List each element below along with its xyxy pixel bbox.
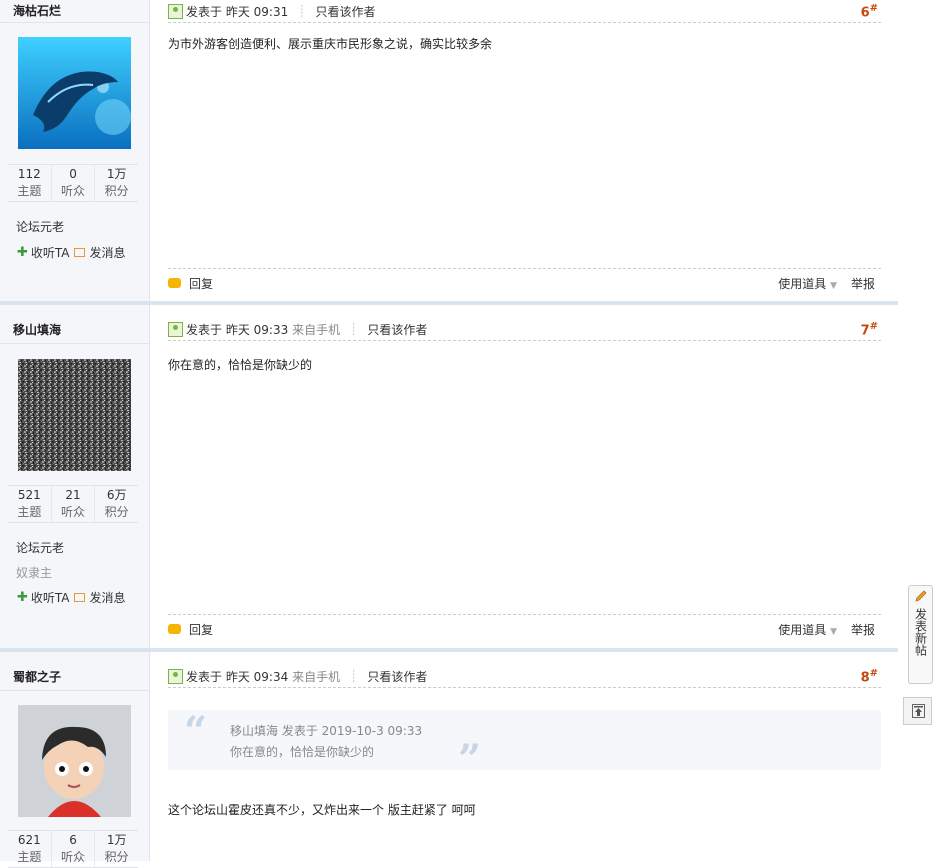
open-quote-icon: “ <box>184 708 208 755</box>
post-floor-6: 海枯石烂 112 主题 0 听众 1万 积分 论坛元老 ✚ 收听TA 发消息 发… <box>0 0 898 301</box>
quote-text: 你在意的，恰恰是你缺少的 <box>230 745 375 759</box>
report-link[interactable]: 举报 <box>851 621 875 638</box>
author-rank[interactable]: 论坛元老 <box>16 218 64 235</box>
post-header: 发表于 昨天 09:33 来自手机 ┊ 只看该作者 7# <box>168 318 881 341</box>
author-stats: 521 主题 21 听众 6万 积分 <box>8 485 138 523</box>
mail-icon <box>73 593 85 602</box>
author-name[interactable]: 海枯石烂 <box>13 2 61 19</box>
message-button[interactable]: 发消息 <box>73 244 126 261</box>
post-time: 昨天 09:34 <box>225 669 289 684</box>
post-floor-8: 蜀都之子 621 主题 6 听众 1万 积分 发表于 昨天 09:34 来自手机 ┊ … <box>0 652 898 868</box>
author-title: 奴隶主 <box>16 566 53 580</box>
stat-topics[interactable]: 521 主题 <box>8 486 51 522</box>
new-post-label: 发表新帖 <box>913 608 928 656</box>
post-header: 发表于 昨天 09:34 来自手机 ┊ 只看该作者 8# <box>168 665 881 688</box>
floor-number[interactable]: 7# <box>861 321 878 338</box>
author-stats: 621 主题 6 听众 1万 积分 <box>8 830 138 868</box>
back-to-top-icon <box>912 704 925 718</box>
user-icon <box>168 3 183 19</box>
quote-author[interactable]: 移山填海 发表于 2019-10-3 09:33 <box>230 722 422 739</box>
reply-button[interactable]: 回复 <box>189 275 213 292</box>
only-author-link[interactable]: 只看该作者 <box>367 321 427 338</box>
mail-icon <box>73 248 85 257</box>
chevron-down-icon: ▼ <box>830 626 837 637</box>
post-content: 你在意的，恰恰是你缺少的 <box>168 358 313 372</box>
floor-number[interactable]: 6# <box>861 3 878 20</box>
author-sidebar: 移山填海 521 主题 21 听众 6万 积分 论坛元老 奴隶主 ✚ 收听TA … <box>0 305 150 648</box>
chevron-down-icon: ▼ <box>830 280 837 291</box>
back-to-top-button[interactable] <box>903 697 932 725</box>
author-avatar[interactable] <box>18 359 131 471</box>
post-header: 发表于 昨天 09:31 ┊ 只看该作者 6# <box>168 0 881 23</box>
author-rank[interactable]: 论坛元老 <box>16 539 64 556</box>
pencil-icon <box>914 590 927 602</box>
stat-followers[interactable]: 21 听众 <box>50 486 95 522</box>
tools-menu[interactable]: 使用道具 ▼ <box>778 621 837 638</box>
user-icon <box>168 668 183 684</box>
author-avatar[interactable] <box>18 37 131 149</box>
mobile-source: 来自手机 <box>292 669 341 684</box>
stat-followers[interactable]: 0 听众 <box>50 165 95 201</box>
post-time: 昨天 09:33 <box>225 322 289 337</box>
author-name[interactable]: 蜀都之子 <box>13 668 61 685</box>
follow-button[interactable]: ✚ 收听TA <box>17 244 70 261</box>
stat-topics[interactable]: 621 主题 <box>8 831 51 867</box>
follow-button[interactable]: ✚ 收听TA <box>17 589 70 606</box>
tools-menu[interactable]: 使用道具 ▼ <box>778 275 837 292</box>
user-icon <box>168 321 183 337</box>
report-link[interactable]: 举报 <box>851 275 875 292</box>
floor-number[interactable]: 8# <box>861 668 878 685</box>
author-name[interactable]: 移山填海 <box>13 321 61 338</box>
post-label: 发表于 <box>186 4 223 19</box>
new-post-button[interactable]: 发表新帖 <box>908 585 933 684</box>
author-sidebar: 蜀都之子 621 主题 6 听众 1万 积分 <box>0 652 150 868</box>
author-sidebar: 海枯石烂 112 主题 0 听众 1万 积分 论坛元老 ✚ 收听TA 发消息 <box>0 0 150 301</box>
author-stats: 112 主题 0 听众 1万 积分 <box>8 164 138 202</box>
post-footer: 回复 使用道具 ▼ 举报 <box>168 268 881 297</box>
reply-bubble-icon <box>168 278 181 288</box>
stat-topics[interactable]: 112 主题 <box>8 165 51 201</box>
post-floor-7: 移山填海 521 主题 21 听众 6万 积分 论坛元老 奴隶主 ✚ 收听TA … <box>0 305 898 648</box>
post-content: 这个论坛山霍皮还真不少，又炸出来一个 版主赶紧了 呵呵 <box>168 803 476 817</box>
stat-followers[interactable]: 6 听众 <box>50 831 95 867</box>
stat-credits[interactable]: 6万 积分 <box>94 486 138 522</box>
close-quote-icon: ” <box>458 736 482 783</box>
stat-credits[interactable]: 1万 积分 <box>94 165 138 201</box>
post-label: 发表于 <box>186 322 223 337</box>
only-author-link[interactable]: 只看该作者 <box>367 668 427 685</box>
reply-bubble-icon <box>168 624 181 634</box>
post-time: 昨天 09:31 <box>225 4 289 19</box>
post-footer: 回复 使用道具 ▼ 举报 <box>168 614 881 643</box>
mobile-source: 来自手机 <box>292 322 341 337</box>
quote-block: “ 移山填海 发表于 2019-10-3 09:33 你在意的，恰恰是你缺少的 … <box>168 708 881 783</box>
plus-icon: ✚ <box>17 245 28 260</box>
plus-icon: ✚ <box>17 590 28 605</box>
post-label: 发表于 <box>186 669 223 684</box>
message-button[interactable]: 发消息 <box>73 589 126 606</box>
reply-button[interactable]: 回复 <box>189 621 213 638</box>
stat-credits[interactable]: 1万 积分 <box>94 831 138 867</box>
post-content: 为市外游客创造便利、展示重庆市民形象之说，确实比较多余 <box>168 37 493 51</box>
author-avatar[interactable] <box>18 705 131 817</box>
only-author-link[interactable]: 只看该作者 <box>315 3 375 20</box>
